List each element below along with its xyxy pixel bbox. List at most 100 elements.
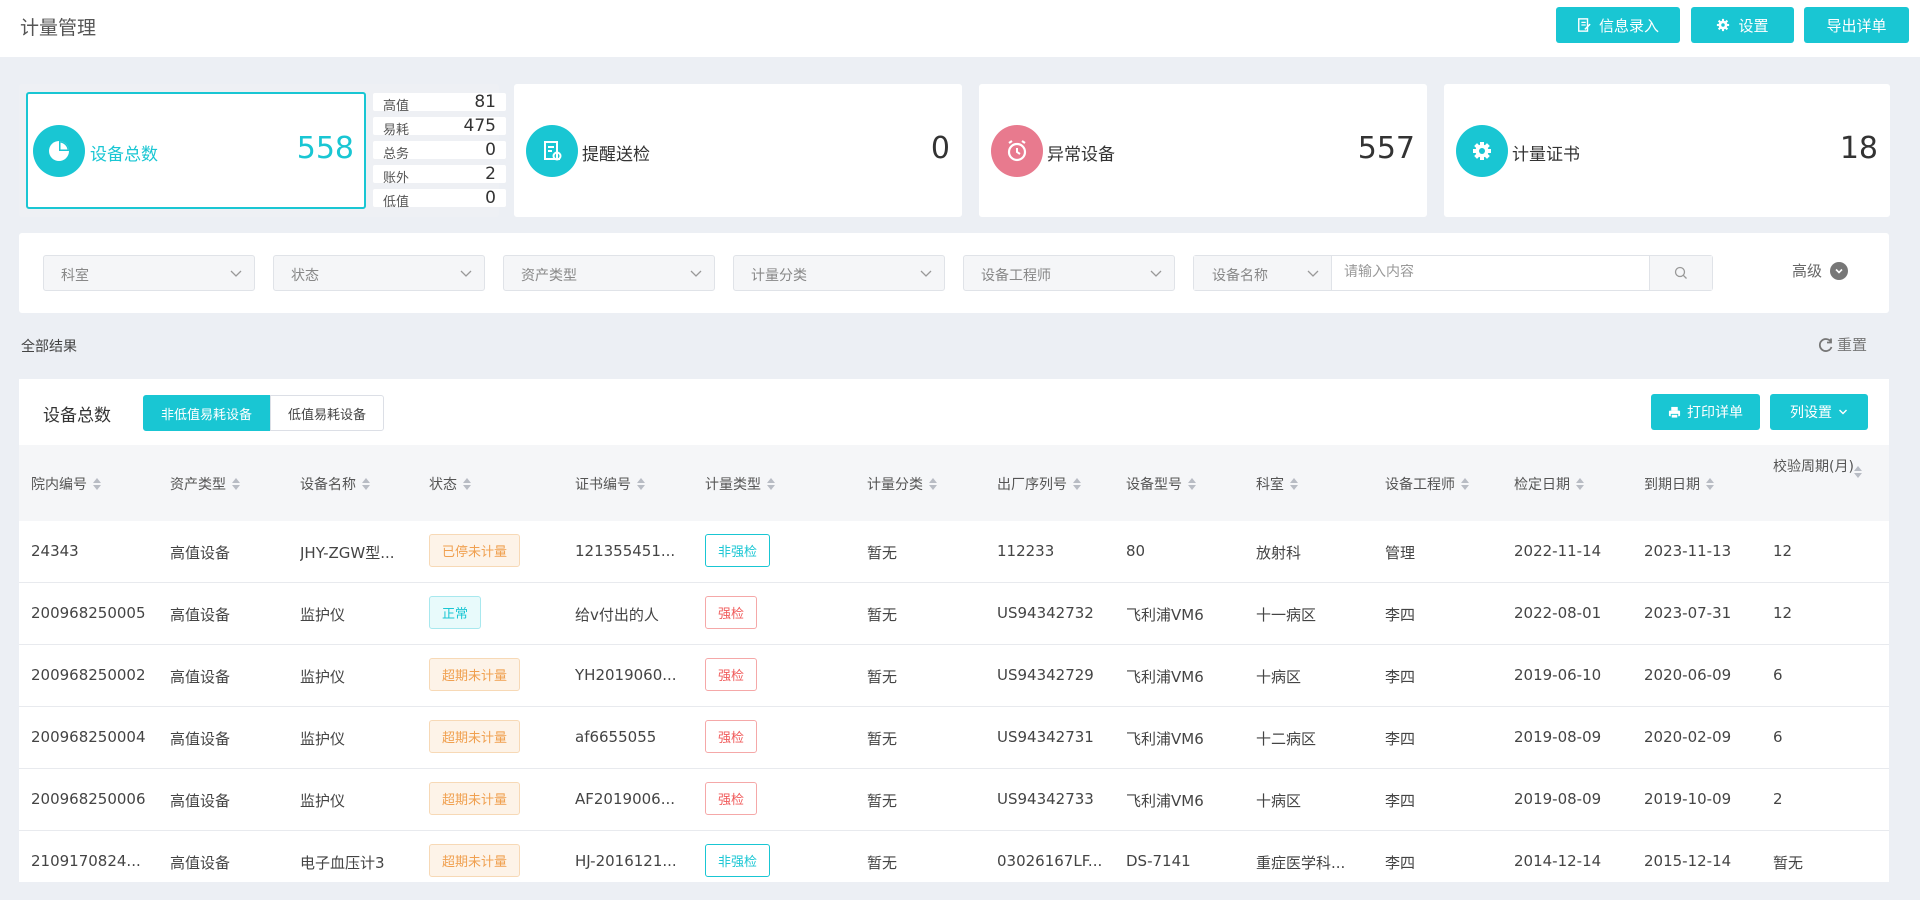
stat-off-book[interactable]: 账外 2 xyxy=(373,164,506,186)
sort-icon[interactable] xyxy=(463,478,471,490)
cell-model: 飞利浦VM6 xyxy=(1126,730,1204,748)
sort-icon[interactable] xyxy=(1853,466,1862,478)
info-entry-button[interactable]: 信息录入 xyxy=(1556,7,1680,43)
abnormal-devices-card[interactable]: 异常设备 557 xyxy=(979,84,1427,217)
search-button[interactable] xyxy=(1649,256,1712,290)
column-header[interactable]: 设备名称 xyxy=(300,474,370,494)
cell-id: 200968250006 xyxy=(31,790,146,808)
measurement-cert-label: 计量证书 xyxy=(1512,145,1580,165)
measure-class-select[interactable]: 计量分类 xyxy=(733,255,945,291)
column-header[interactable]: 到期日期 xyxy=(1644,474,1714,494)
sort-icon[interactable] xyxy=(362,478,370,490)
cell-asset: 高值设备 xyxy=(170,668,231,686)
reset-button[interactable]: 重置 xyxy=(1818,334,1867,355)
status-select[interactable]: 状态 xyxy=(273,255,485,291)
table-row[interactable]: 200968250005 高值设备 监护仪 正常 给v付出的人 强检 暂无 US9434273… xyxy=(19,583,1889,645)
sort-icon[interactable] xyxy=(637,478,645,490)
dept-select-label: 科室 xyxy=(61,268,89,284)
cell-name: 监护仪 xyxy=(300,606,346,624)
column-header[interactable]: 状态 xyxy=(429,474,471,494)
stat-key: 高值 xyxy=(383,99,410,114)
settings-button[interactable]: 设置 xyxy=(1691,7,1794,43)
cell-id: 200968250002 xyxy=(31,666,146,684)
clipboard-icon xyxy=(526,125,578,177)
column-header-label: 出厂序列号 xyxy=(997,477,1067,493)
asset-type-select[interactable]: 资产类型 xyxy=(503,255,715,291)
column-header-label: 校验周期(月) xyxy=(1773,459,1854,475)
column-header[interactable]: 校验周期(月) xyxy=(1773,456,1862,478)
cell-mclass: 暂无 xyxy=(867,544,898,562)
sort-icon[interactable] xyxy=(929,478,937,490)
column-header[interactable]: 科室 xyxy=(1256,474,1298,494)
sort-icon[interactable] xyxy=(1188,478,1196,490)
cell-id: 24343 xyxy=(31,542,79,560)
sort-icon[interactable] xyxy=(1073,478,1081,490)
chevron-down-icon xyxy=(1150,270,1162,277)
stat-low-value[interactable]: 低值 0 xyxy=(373,188,506,210)
advanced-label: 高级 xyxy=(1792,262,1823,280)
engineer-select[interactable]: 设备工程师 xyxy=(963,255,1175,291)
column-header[interactable]: 证书编号 xyxy=(575,474,645,494)
column-header[interactable]: 检定日期 xyxy=(1514,474,1584,494)
column-header[interactable]: 计量类型 xyxy=(705,474,775,494)
chevron-down-icon xyxy=(460,270,472,277)
cell-check: 2019-08-09 xyxy=(1514,728,1602,746)
search-field-select[interactable]: 设备名称 xyxy=(1194,256,1332,290)
status-select-label: 状态 xyxy=(291,268,319,284)
column-settings-button[interactable]: 列设置 xyxy=(1770,394,1868,430)
cell-dept: 十病区 xyxy=(1256,792,1302,810)
table-row[interactable]: 2109170824... 高值设备 电子血压计3 超期未计量 HJ-2016121..… xyxy=(19,831,1889,882)
cell-asset: 高值设备 xyxy=(170,544,231,562)
sort-icon[interactable] xyxy=(232,478,240,490)
tab-non-low-value[interactable]: 非低值易耗设备 xyxy=(143,395,271,431)
column-header-label: 设备名称 xyxy=(300,477,356,493)
table-row[interactable]: 200968250004 高值设备 监护仪 超期未计量 af6655055 强检 暂无 US9… xyxy=(19,707,1889,769)
sort-icon[interactable] xyxy=(1290,478,1298,490)
cell-serial: 03026167LF... xyxy=(997,852,1103,870)
measure-type-badge: 强检 xyxy=(705,658,758,691)
table-row[interactable]: 24343 高值设备 JHY-ZGW型... 已停未计量 121355451... 非强检… xyxy=(19,521,1889,583)
cell-cert: HJ-2016121... xyxy=(575,852,677,870)
print-details-label: 打印详单 xyxy=(1687,405,1743,421)
sort-icon[interactable] xyxy=(1576,478,1584,490)
cell-asset: 高值设备 xyxy=(170,854,231,872)
dept-select[interactable]: 科室 xyxy=(43,255,255,291)
stat-consumable[interactable]: 易耗 475 xyxy=(373,116,506,138)
chevron-down-icon xyxy=(1839,409,1847,415)
cell-cert: 给v付出的人 xyxy=(575,606,659,624)
sort-icon[interactable] xyxy=(767,478,775,490)
measure-type-badge: 强检 xyxy=(705,720,758,753)
export-label: 导出详单 xyxy=(1826,16,1887,35)
sort-icon[interactable] xyxy=(1461,478,1469,490)
stat-high-value[interactable]: 高值 81 xyxy=(373,92,506,114)
cell-mclass: 暂无 xyxy=(867,668,898,686)
sort-icon[interactable] xyxy=(93,478,101,490)
total-devices-panel[interactable]: 设备总数 558 xyxy=(26,92,366,209)
column-header[interactable]: 计量分类 xyxy=(867,474,937,494)
column-header[interactable]: 院内编号 xyxy=(31,474,101,494)
column-header[interactable]: 出厂序列号 xyxy=(997,474,1081,494)
stat-key: 账外 xyxy=(383,171,410,186)
export-button[interactable]: 导出详单 xyxy=(1804,7,1909,43)
column-header-label: 计量分类 xyxy=(867,477,923,493)
measurement-cert-card[interactable]: 计量证书 18 xyxy=(1444,84,1890,217)
column-header[interactable]: 设备型号 xyxy=(1126,474,1196,494)
print-details-button[interactable]: 打印详单 xyxy=(1651,394,1760,430)
chevron-down-icon xyxy=(230,270,242,277)
cell-serial: 112233 xyxy=(997,542,1055,560)
remind-inspection-card[interactable]: 提醒送检 0 xyxy=(514,84,962,217)
column-header[interactable]: 资产类型 xyxy=(170,474,240,494)
table-row[interactable]: 200968250006 高值设备 监护仪 超期未计量 AF2019006... 强检 暂无… xyxy=(19,769,1889,831)
status-badge: 正常 xyxy=(429,596,482,629)
table-row[interactable]: 200968250002 高值设备 监护仪 超期未计量 YH2019060... 强检 暂无… xyxy=(19,645,1889,707)
tab-low-value[interactable]: 低值易耗设备 xyxy=(270,395,385,431)
column-header[interactable]: 设备工程师 xyxy=(1385,474,1469,494)
cell-cycle: 12 xyxy=(1773,604,1793,622)
cell-due: 2020-02-09 xyxy=(1644,728,1732,746)
search-input[interactable] xyxy=(1344,264,1644,280)
advanced-toggle[interactable]: 高级 xyxy=(1792,260,1849,281)
sort-icon[interactable] xyxy=(1706,478,1714,490)
printer-icon xyxy=(1668,406,1681,419)
stat-general[interactable]: 总务 0 xyxy=(373,140,506,162)
cell-asset: 高值设备 xyxy=(170,606,231,624)
